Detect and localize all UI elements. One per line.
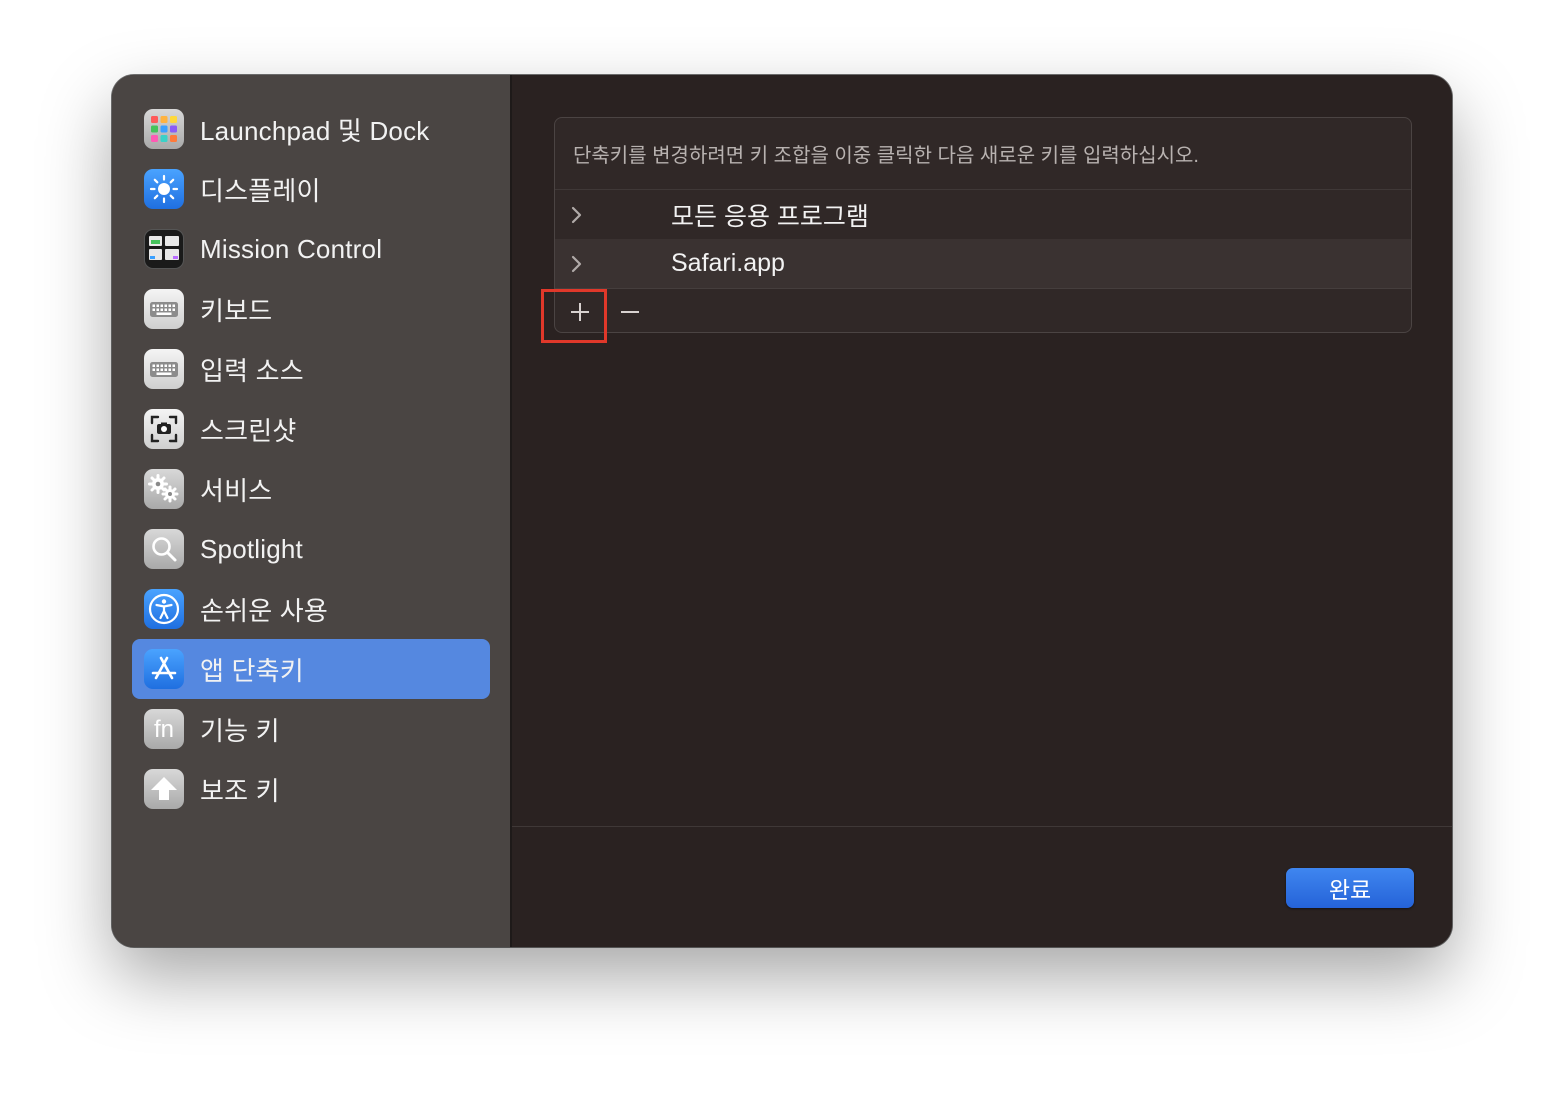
svg-text:fn: fn	[154, 716, 174, 743]
sidebar-item-input-sources[interactable]: 입력 소스	[132, 339, 490, 399]
footer-divider	[512, 826, 1452, 827]
chevron-right-icon[interactable]	[567, 203, 587, 227]
list-toolbar	[555, 288, 1411, 333]
screenshot-camera-icon	[144, 409, 184, 449]
keyboard-icon	[144, 289, 184, 329]
sidebar: Launchpad 및 Dock 디스플레이 Mission Control 키…	[112, 75, 512, 947]
accessibility-icon	[144, 589, 184, 629]
sidebar-item-label: Launchpad 및 Dock	[200, 115, 430, 146]
main-content: 단축키를 변경하려면 키 조합을 이중 클릭한 다음 새로운 키를 입력하십시오…	[512, 75, 1452, 947]
sidebar-item-services[interactable]: 서비스	[132, 459, 490, 519]
list-item-all-applications[interactable]: 모든 응용 프로그램	[555, 190, 1411, 239]
add-shortcut-button[interactable]	[555, 290, 605, 333]
gears-icon	[144, 469, 184, 509]
sidebar-item-mission-control[interactable]: Mission Control	[132, 219, 490, 279]
sidebar-item-label: 서비스	[200, 475, 273, 506]
list-item-safari-app[interactable]: Safari.app	[555, 239, 1411, 288]
mission-control-icon	[144, 229, 184, 269]
minus-icon	[621, 310, 639, 313]
sidebar-item-label: 앱 단축키	[200, 655, 304, 686]
sidebar-item-function-keys[interactable]: fn 기능 키	[132, 699, 490, 759]
sidebar-item-label: Mission Control	[200, 233, 383, 264]
sidebar-item-label: 스크린샷	[200, 415, 297, 446]
sidebar-item-display[interactable]: 디스플레이	[132, 159, 490, 219]
sidebar-item-screenshot[interactable]: 스크린샷	[132, 399, 490, 459]
instruction-text: 단축키를 변경하려면 키 조합을 이중 클릭한 다음 새로운 키를 입력하십시오…	[555, 118, 1411, 190]
sidebar-item-label: 디스플레이	[200, 175, 321, 206]
app-store-icon	[144, 649, 184, 689]
sidebar-item-modifier-keys[interactable]: 보조 키	[132, 759, 490, 819]
plus-icon	[571, 302, 589, 321]
sidebar-item-accessibility[interactable]: 손쉬운 사용	[132, 579, 490, 639]
sidebar-item-launchpad-dock[interactable]: Launchpad 및 Dock	[132, 99, 490, 159]
list-item-label: 모든 응용 프로그램	[671, 202, 869, 231]
keyboard-icon	[144, 349, 184, 389]
sidebar-item-spotlight[interactable]: Spotlight	[132, 519, 490, 579]
settings-window: Launchpad 및 Dock 디스플레이 Mission Control 키…	[112, 75, 1452, 947]
sidebar-item-label: 보조 키	[200, 775, 280, 806]
list-item-label: Safari.app	[671, 249, 785, 277]
magnifier-icon	[144, 529, 184, 569]
display-brightness-icon	[144, 169, 184, 209]
modifier-arrow-up-icon	[144, 769, 184, 809]
done-button[interactable]: 완료	[1286, 868, 1414, 908]
sidebar-item-label: 기능 키	[200, 715, 280, 746]
sidebar-item-label: 키보드	[200, 295, 273, 326]
sidebar-item-keyboard[interactable]: 키보드	[132, 279, 490, 339]
remove-shortcut-button[interactable]	[605, 290, 655, 333]
sidebar-item-label: 입력 소스	[200, 355, 304, 386]
sidebar-item-label: Spotlight	[200, 533, 303, 564]
chevron-right-icon[interactable]	[567, 252, 587, 276]
fn-key-icon: fn	[144, 709, 184, 749]
shortcuts-panel: 단축키를 변경하려면 키 조합을 이중 클릭한 다음 새로운 키를 입력하십시오…	[554, 117, 1412, 333]
sidebar-item-app-shortcuts[interactable]: 앱 단축키	[132, 639, 490, 699]
sidebar-item-label: 손쉬운 사용	[200, 595, 329, 626]
launchpad-icon	[144, 109, 184, 149]
